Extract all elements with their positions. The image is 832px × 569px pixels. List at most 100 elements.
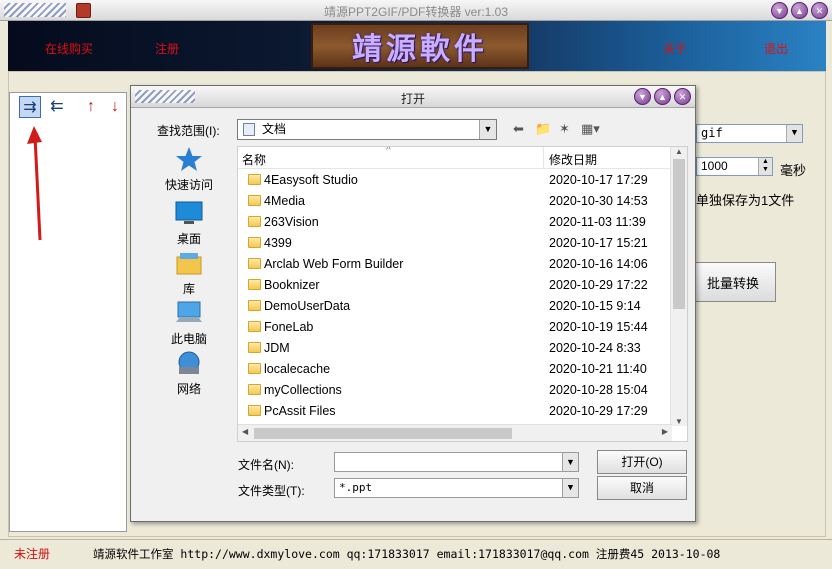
- filetype-label: 文件类型(T):: [238, 484, 305, 498]
- chevron-down-icon[interactable]: ▼: [562, 453, 578, 471]
- file-name: Arclab Web Form Builder: [264, 257, 404, 271]
- file-row[interactable]: DemoUserData 2020-10-15 9:14: [238, 296, 672, 317]
- filename-input[interactable]: ▼: [334, 452, 579, 472]
- horizontal-scrollbar[interactable]: ◀ ▶: [238, 424, 672, 441]
- menu-buy-online[interactable]: 在线购买: [45, 40, 93, 57]
- file-date: 2020-10-17 17:29: [549, 173, 648, 187]
- menu-about[interactable]: 关于: [663, 40, 687, 57]
- scroll-left-icon[interactable]: ◀: [242, 427, 248, 436]
- chevron-down-icon[interactable]: ▼: [562, 479, 578, 497]
- folder-icon: [248, 279, 261, 290]
- close-icon[interactable]: ✕: [674, 88, 691, 105]
- column-modified[interactable]: 修改日期: [549, 151, 597, 168]
- file-date: 2020-10-17 15:21: [549, 236, 648, 250]
- place-label: 此电脑: [170, 332, 207, 346]
- look-in-value: 文档: [262, 122, 287, 136]
- file-date: 2020-10-28 15:04: [549, 383, 648, 397]
- file-date: 2020-10-30 14:53: [549, 194, 648, 208]
- column-name[interactable]: 名称: [242, 151, 266, 168]
- file-date: 2020-10-29 17:29: [549, 404, 648, 418]
- dialog-title: 打开: [400, 92, 425, 106]
- place-desktop[interactable]: 桌面: [149, 200, 229, 247]
- move-down-icon[interactable]: ↓: [104, 96, 126, 118]
- file-name: PcAssit Files: [264, 404, 336, 418]
- remove-files-icon[interactable]: ⇇: [46, 96, 68, 118]
- file-date: 2020-11-03 11:39: [549, 215, 646, 229]
- scroll-up-icon[interactable]: ▲: [671, 147, 687, 156]
- maximize-icon[interactable]: ▲: [654, 88, 671, 105]
- file-row[interactable]: PcAssit Files 2020-10-29 17:29: [238, 401, 672, 422]
- file-name: JDM: [264, 341, 290, 355]
- file-row[interactable]: FoneLab 2020-10-19 15:44: [238, 317, 672, 338]
- file-rows: 4Easysoft Studio 2020-10-17 17:29 4Media 20…: [238, 170, 672, 422]
- filetype-select[interactable]: *.ppt ▼: [334, 478, 579, 498]
- place-this-pc[interactable]: 此电脑: [149, 300, 229, 347]
- file-row[interactable]: 4399 2020-10-17 15:21: [238, 233, 672, 254]
- output-format-select[interactable]: gif ▼: [696, 124, 803, 143]
- file-row[interactable]: 4Easysoft Studio 2020-10-17 17:29: [238, 170, 672, 191]
- chevron-down-icon[interactable]: ▼: [786, 125, 802, 142]
- window-title: 靖源PPT2GIF/PDF转换器 ver:1.03: [323, 5, 509, 19]
- file-date: 2020-10-19 15:44: [549, 320, 648, 334]
- view-menu-icon[interactable]: ▦▾: [581, 121, 600, 137]
- folder-icon: [248, 237, 261, 248]
- file-name: localecache: [264, 362, 331, 376]
- file-name: 4Easysoft Studio: [264, 173, 358, 187]
- file-name: myCollections: [264, 383, 342, 397]
- file-date: 2020-10-29 17:22: [549, 278, 648, 292]
- logo-text: 靖源軟件: [352, 32, 488, 67]
- place-label: 桌面: [176, 232, 201, 246]
- file-row[interactable]: 4Media 2020-10-30 14:53: [238, 191, 672, 212]
- file-row[interactable]: Booknizer 2020-10-29 17:22: [238, 275, 672, 296]
- minimize-icon[interactable]: ▼: [771, 2, 788, 19]
- file-name: 263Vision: [264, 215, 319, 229]
- menu-register[interactable]: 注册: [155, 40, 179, 57]
- computer-icon: [174, 300, 204, 326]
- scroll-thumb[interactable]: [673, 159, 685, 309]
- filetype-value: *.ppt: [339, 481, 373, 494]
- place-label: 快速访问: [164, 178, 213, 192]
- file-date: 2020-10-24 8:33: [549, 341, 641, 355]
- close-icon[interactable]: ✕: [811, 2, 828, 19]
- up-folder-icon[interactable]: 📁: [535, 121, 551, 137]
- place-libraries[interactable]: 库: [149, 250, 229, 297]
- file-row[interactable]: 263Vision 2020-11-03 11:39: [238, 212, 672, 233]
- batch-convert-button[interactable]: 批量转换: [690, 262, 776, 302]
- folder-icon: [248, 405, 261, 416]
- open-button[interactable]: 打开(O): [597, 450, 687, 474]
- file-row[interactable]: JDM 2020-10-24 8:33: [238, 338, 672, 359]
- dialog-titlebar: 打开 ▼ ▲ ✕: [131, 86, 695, 108]
- document-folder-icon: [243, 123, 255, 136]
- maximize-icon[interactable]: ▲: [791, 2, 808, 19]
- file-row[interactable]: myCollections 2020-10-28 15:04: [238, 380, 672, 401]
- chevron-down-icon[interactable]: ▼: [479, 120, 496, 139]
- scroll-down-icon[interactable]: ▼: [671, 417, 687, 426]
- file-name: FoneLab: [264, 320, 314, 334]
- vertical-scrollbar[interactable]: ▲ ▼: [670, 147, 687, 426]
- file-row[interactable]: localecache 2020-10-21 11:40: [238, 359, 672, 380]
- open-file-dialog: 打开 ▼ ▲ ✕ 查找范围(I): 文档 ▼ ⬅ 📁 ✶ ▦▾ 快速访问 桌面 …: [130, 85, 696, 522]
- file-row[interactable]: Arclab Web Form Builder 2020-10-16 14:06: [238, 254, 672, 275]
- add-files-icon[interactable]: ⇉: [19, 96, 41, 118]
- file-list[interactable]: 名称 ^ 修改日期 4Easysoft Studio 2020-10-17 17:…: [237, 146, 688, 442]
- back-arrow-icon[interactable]: ⬅: [513, 121, 524, 137]
- delay-stepper[interactable]: 1000 ▲ ▼: [696, 157, 773, 176]
- delay-unit-label: 毫秒: [780, 163, 807, 178]
- minimize-icon[interactable]: ▼: [634, 88, 651, 105]
- new-folder-icon[interactable]: ✶: [559, 121, 570, 137]
- scroll-right-icon[interactable]: ▶: [662, 427, 668, 436]
- place-quick-access[interactable]: 快速访问: [149, 146, 229, 193]
- header-banner: 在线购买 注册 靖源軟件 关于 退出: [8, 21, 826, 71]
- scroll-thumb[interactable]: [254, 428, 512, 439]
- move-up-icon[interactable]: ↑: [80, 96, 102, 118]
- cancel-button[interactable]: 取消: [597, 476, 687, 500]
- brand-logo: 靖源軟件: [311, 23, 529, 69]
- star-icon: [174, 146, 204, 172]
- stepper-arrows-icon[interactable]: ▲ ▼: [758, 158, 772, 175]
- save-option-label[interactable]: 单独保存为1文件: [696, 190, 794, 209]
- folder-icon: [248, 195, 261, 206]
- place-network[interactable]: 网络: [149, 350, 229, 397]
- file-date: 2020-10-15 9:14: [549, 299, 641, 313]
- look-in-select[interactable]: 文档 ▼: [237, 119, 497, 140]
- menu-exit[interactable]: 退出: [764, 40, 788, 57]
